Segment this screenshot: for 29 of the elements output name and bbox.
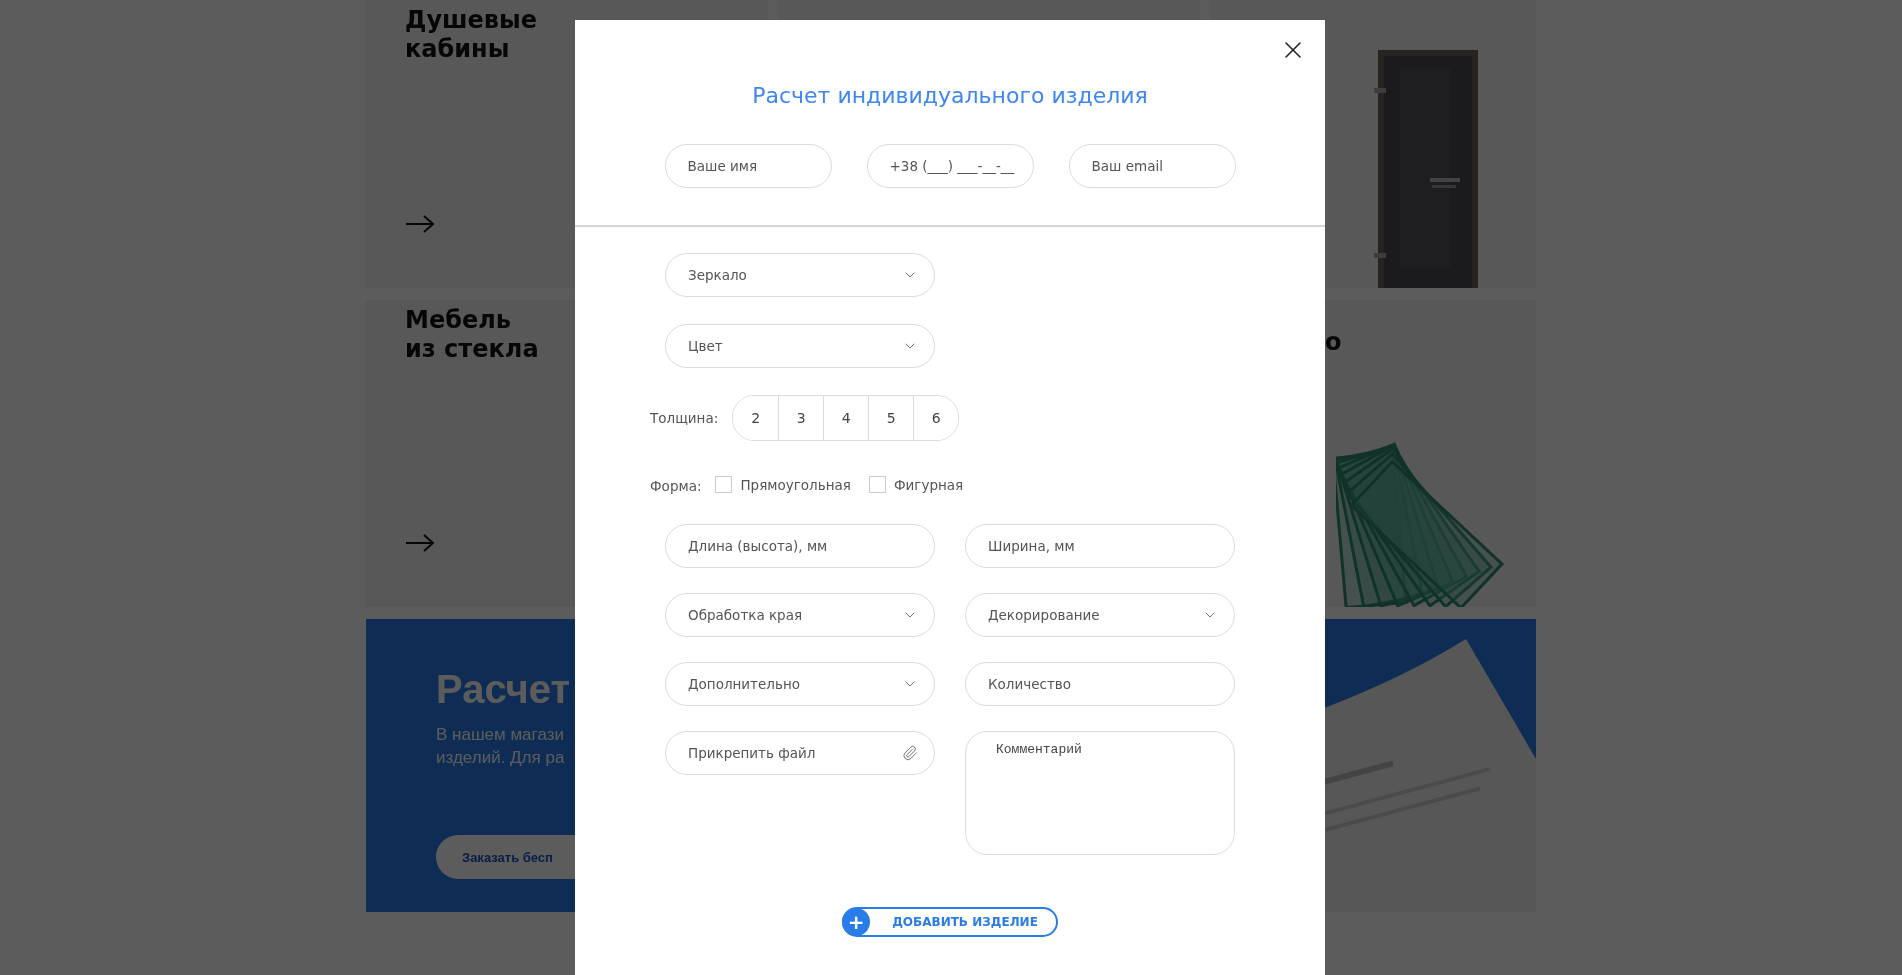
input-field[interactable]: Количество (965, 662, 1235, 706)
comment-field[interactable]: Комментарий (965, 731, 1235, 855)
input-field[interactable]: Ваш email (1068, 144, 1236, 188)
select-field[interactable]: Декорирование (965, 593, 1235, 637)
plus-icon: + (842, 908, 871, 936)
banner-text: В нашем магази изделий. Для ра (436, 724, 565, 769)
checkbox-label[interactable]: Фигурная (893, 476, 964, 493)
category-title: Душевые кабины (405, 6, 537, 64)
input-field[interactable]: Ваше имя (664, 144, 832, 188)
thickness-option[interactable]: 6 (913, 396, 959, 440)
field-label: Толщина: (650, 410, 719, 426)
arrow-icon[interactable] (405, 214, 435, 234)
input-field[interactable]: Ширина, мм (965, 524, 1235, 568)
select-field[interactable]: Дополнительно (665, 662, 935, 706)
banner-title: Расчет (436, 666, 571, 713)
checkbox[interactable] (868, 476, 886, 493)
input-field[interactable]: +38 (___) ___-__-__ (866, 144, 1034, 188)
add-item-button[interactable]: + ДОБАВИТЬ ИЗДЕЛИЕ (842, 907, 1058, 937)
file-field[interactable]: Прикрепить файл (665, 731, 935, 775)
select-field[interactable]: Зеркало (665, 253, 935, 297)
select-field[interactable]: Цвет (665, 324, 935, 368)
select-field[interactable]: Обработка края (665, 593, 935, 637)
input-field[interactable]: Длина (высота), мм (665, 524, 935, 568)
category-title: Мебель из стекла (405, 306, 539, 364)
paperclip-icon (902, 745, 918, 761)
field-label: Форма: (650, 478, 702, 494)
checkbox[interactable] (715, 476, 733, 493)
arrow-icon[interactable] (405, 533, 435, 553)
category-title: о (1325, 328, 1342, 357)
